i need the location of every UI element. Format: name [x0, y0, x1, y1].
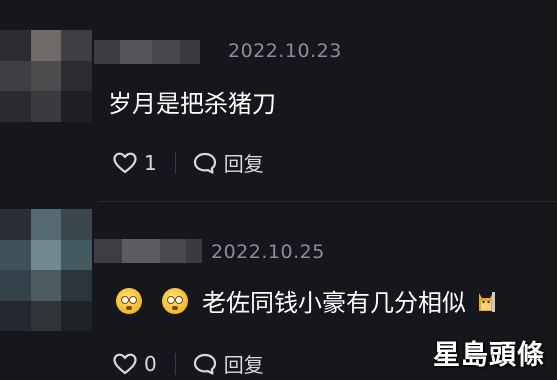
action-divider — [174, 151, 176, 174]
watermark-logo: 星島頭條 — [425, 332, 553, 372]
comment-date: 2022.10.23 — [228, 40, 342, 62]
like-count: 0 — [144, 351, 157, 376]
reply-label: 回复 — [223, 353, 264, 377]
comment-divider — [98, 201, 557, 202]
comment-bubble-icon — [193, 353, 216, 375]
comment-text: 岁月是把杀猪刀 — [108, 84, 276, 119]
comment-actions: 1 回复 — [112, 148, 264, 177]
like-count: 1 — [144, 150, 157, 175]
username-pixelated[interactable] — [94, 239, 202, 263]
reply-label: 回复 — [223, 152, 264, 176]
username-pixelated[interactable] — [94, 40, 200, 64]
heart-icon — [113, 353, 137, 374]
comment-date: 2022.10.25 — [211, 241, 325, 263]
flushed-face-emoji — [116, 287, 142, 314]
comment-actions: 0 回复 — [112, 349, 264, 378]
like-button[interactable]: 0 — [112, 352, 157, 376]
avatar-pixelated[interactable] — [0, 30, 92, 122]
comment-bubble-icon — [193, 152, 216, 174]
reply-button[interactable]: 回复 — [192, 349, 264, 378]
comment-text: 老佐同钱小豪有几分相似 — [116, 283, 496, 318]
action-divider — [174, 352, 176, 375]
comment-text-content: 岁月是把杀猪刀 — [108, 90, 276, 118]
flushed-face-emoji — [162, 287, 188, 314]
heart-icon — [113, 152, 137, 173]
avatar-pixelated[interactable] — [0, 209, 92, 331]
watermark-text: 星島頭條 — [433, 339, 545, 371]
comment-text-content: 老佐同钱小豪有几分相似 — [202, 289, 466, 317]
reply-button[interactable]: 回复 — [192, 148, 264, 177]
like-button[interactable]: 1 — [112, 151, 157, 175]
comment-item: 2022.10.23 岁月是把杀猪刀 1 回复 — [0, 0, 557, 202]
cat-icon — [479, 291, 495, 312]
